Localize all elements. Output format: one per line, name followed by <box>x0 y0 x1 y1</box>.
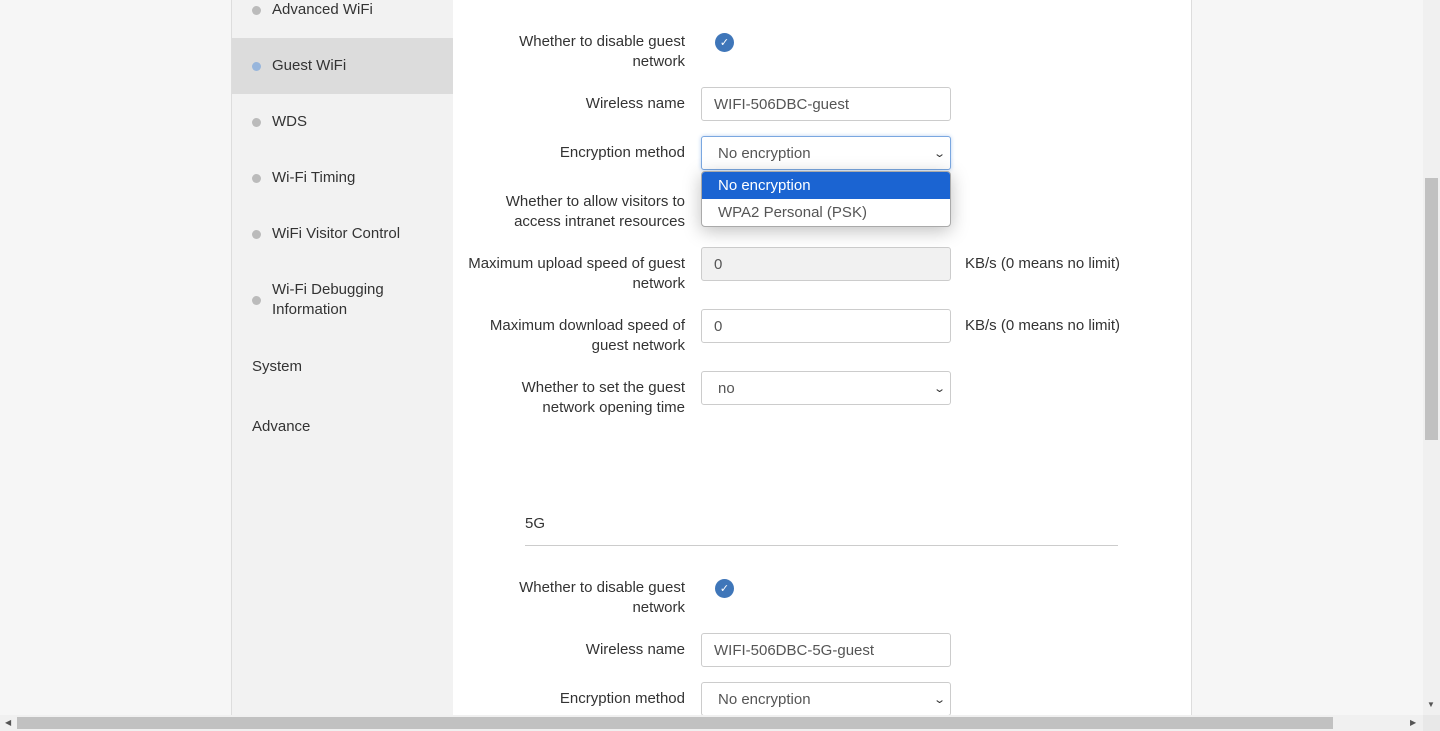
upload-unit: KB/s (0 means no limit) <box>965 255 1121 272</box>
option-wpa2-psk[interactable]: WPA2 Personal (PSK) <box>702 199 950 226</box>
opening-time-value: no <box>718 379 735 397</box>
encryption-value: No encryption <box>718 144 811 162</box>
encryption-5g-label: Encryption method <box>559 690 685 707</box>
opening-time-select[interactable]: no ⌄ <box>701 371 951 405</box>
wireless-name-5g-input[interactable]: WIFI-506DBC-5G-guest <box>701 633 951 667</box>
disable-guest-5g-label: Whether to disable guest network <box>519 579 685 616</box>
bullet-icon <box>252 173 261 183</box>
wireless-name-label: Wireless name <box>585 95 685 112</box>
encryption-dropdown: No encryption WPA2 Personal (PSK) <box>701 171 951 227</box>
encryption-5g-value: No encryption <box>718 690 811 708</box>
encryption-select[interactable]: No encryption ⌄ <box>701 136 951 170</box>
divider <box>525 545 1118 546</box>
disable-guest-checkbox[interactable]: ✓ <box>715 33 734 52</box>
sidebar-item-visitor-control[interactable]: WiFi Visitor Control <box>232 206 453 262</box>
scroll-left-arrow-icon[interactable]: ◀ <box>5 718 11 727</box>
bullet-icon <box>252 117 261 127</box>
section-title-5g: 5G <box>525 515 546 532</box>
bullet-icon <box>252 5 261 15</box>
opening-time-label: Whether to set the guest network opening… <box>521 379 685 416</box>
wireless-name-5g-label: Wireless name <box>585 641 685 658</box>
intranet-label: Whether to allow visitors to access intr… <box>505 193 685 230</box>
scroll-right-arrow-icon[interactable]: ▶ <box>1410 718 1416 727</box>
sidebar-item-wds[interactable]: WDS <box>232 94 453 150</box>
download-speed-input[interactable]: 0 <box>701 309 951 343</box>
check-icon: ✓ <box>719 37 730 49</box>
horizontal-scrollbar[interactable]: ◀ ▶ <box>0 715 1423 731</box>
sidebar-item-debugging[interactable]: Wi-Fi Debugging Information <box>232 272 453 328</box>
disable-guest-5g-checkbox[interactable]: ✓ <box>715 579 734 598</box>
vertical-scroll-thumb[interactable] <box>1425 178 1438 440</box>
sidebar-item-wifi-timing[interactable]: Wi-Fi Timing <box>232 150 453 206</box>
download-label: Maximum download speed of guest network <box>489 317 685 354</box>
download-unit: KB/s (0 means no limit) <box>965 317 1121 334</box>
sidebar-item-advanced-wifi[interactable]: Advanced WiFi <box>232 0 453 38</box>
sidebar: Advanced WiFi Guest WiFi WDS Wi-Fi Timin… <box>231 0 453 715</box>
bullet-icon <box>252 295 261 305</box>
upload-speed-input[interactable]: 0 <box>701 247 951 281</box>
option-no-encryption[interactable]: No encryption <box>702 172 950 199</box>
horizontal-scroll-thumb[interactable] <box>17 717 1333 729</box>
vertical-scrollbar[interactable]: ▼ <box>1423 0 1440 715</box>
sidebar-group-system[interactable]: System <box>252 358 302 375</box>
scrollbar-corner <box>1423 715 1440 731</box>
chevron-down-icon: ⌄ <box>932 382 946 395</box>
main-content: Whether to disable guest network ✓ Wirel… <box>453 0 1192 716</box>
upload-label: Maximum upload speed of guest network <box>468 255 685 292</box>
encryption-label: Encryption method <box>559 144 685 161</box>
scroll-down-arrow-icon[interactable]: ▼ <box>1427 700 1435 709</box>
bullet-icon <box>252 229 261 239</box>
bullet-icon <box>252 61 261 71</box>
sidebar-group-advance[interactable]: Advance <box>252 418 310 435</box>
encryption-5g-select[interactable]: No encryption ⌄ <box>701 682 951 716</box>
check-icon: ✓ <box>719 583 730 595</box>
chevron-down-icon: ⌄ <box>932 147 946 160</box>
chevron-down-icon: ⌄ <box>932 693 946 706</box>
sidebar-item-guest-wifi[interactable]: Guest WiFi <box>232 38 453 94</box>
disable-guest-label: Whether to disable guest network <box>519 33 685 70</box>
wireless-name-input[interactable]: WIFI-506DBC-guest <box>701 87 951 121</box>
